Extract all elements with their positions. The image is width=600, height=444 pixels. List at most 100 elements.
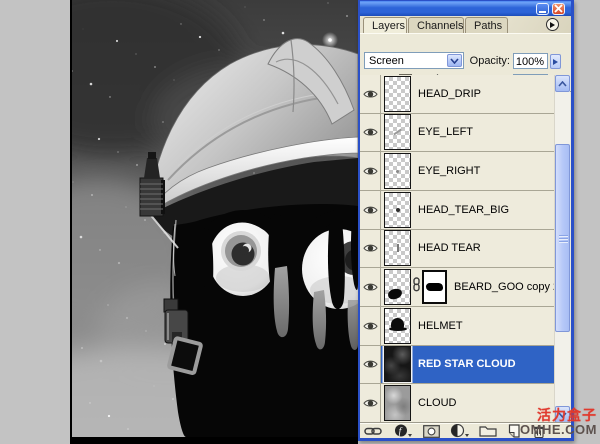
visibility-toggle[interactable] xyxy=(360,268,381,306)
eye-icon xyxy=(363,282,378,292)
thumbnail-content-mark xyxy=(397,244,399,252)
layer-row[interactable]: CLOUD xyxy=(360,384,554,423)
scroll-up-button[interactable] xyxy=(555,75,570,92)
opacity-label: Opacity: xyxy=(456,55,510,67)
close-button[interactable] xyxy=(552,3,565,15)
layer-thumbnail[interactable] xyxy=(384,192,411,228)
layers-toolbar: f xyxy=(360,423,571,438)
close-icon xyxy=(554,4,563,13)
layer-row[interactable]: EYE_RIGHT xyxy=(360,152,554,191)
new-layer-icon[interactable] xyxy=(501,424,527,438)
scrollbar-thumb[interactable] xyxy=(555,144,570,332)
thumbnail-content-mark xyxy=(387,288,402,300)
layer-row-body[interactable]: HEAD_DRIP xyxy=(381,75,554,113)
new-group-folder-icon[interactable] xyxy=(474,424,501,438)
layer-row-body[interactable]: HEAD_TEAR_BIG xyxy=(381,191,554,229)
helmet-silhouette xyxy=(385,309,410,343)
visibility-toggle[interactable] xyxy=(360,191,381,229)
tab-layers[interactable]: Layers xyxy=(363,17,407,33)
thumbnail-content-mark xyxy=(396,208,400,212)
eye-icon xyxy=(363,398,378,408)
layer-name[interactable]: HELMET xyxy=(418,320,463,332)
layer-name[interactable]: EYE_RIGHT xyxy=(418,165,480,177)
visibility-toggle[interactable] xyxy=(360,346,381,384)
chevron-down-icon xyxy=(558,412,567,418)
opacity-slider-arrow[interactable] xyxy=(550,54,561,69)
layer-thumbnail[interactable] xyxy=(384,114,411,150)
layers-palette-window: Layers Channels Paths Screen Opacity: 10… xyxy=(358,0,574,441)
layer-row-body[interactable]: EYE_LEFT xyxy=(381,114,554,152)
layer-thumbnail[interactable] xyxy=(384,385,411,421)
layer-thumbnail[interactable] xyxy=(384,153,411,189)
visibility-toggle[interactable] xyxy=(360,75,381,113)
layer-style-icon[interactable]: f xyxy=(388,424,417,438)
blend-mode-value: Screen xyxy=(369,55,404,67)
layer-list: HEAD_DRIP EYE_LEFT EYE_RIGHT HEAD_TEAR_BIG H… xyxy=(360,75,554,423)
scrollbar[interactable] xyxy=(554,75,570,423)
layer-name[interactable]: CLOUD xyxy=(418,397,457,409)
scroll-down-button[interactable] xyxy=(555,406,570,423)
layer-thumbnail[interactable] xyxy=(384,269,411,305)
layer-mask-thumbnail[interactable] xyxy=(422,270,447,304)
visibility-toggle[interactable] xyxy=(360,114,381,152)
visibility-toggle[interactable] xyxy=(360,307,381,345)
visibility-toggle[interactable] xyxy=(360,384,381,422)
palette-menu-button[interactable] xyxy=(546,18,559,31)
application-window: Layers Channels Paths Screen Opacity: 10… xyxy=(0,0,600,444)
layer-thumbnail[interactable] xyxy=(384,230,411,266)
layer-name[interactable]: RED STAR CLOUD xyxy=(418,358,516,370)
layer-name[interactable]: HEAD TEAR xyxy=(418,242,481,254)
document-canvas[interactable] xyxy=(70,0,358,444)
visibility-toggle[interactable] xyxy=(360,152,381,190)
thumbnail-content-mark xyxy=(393,129,402,136)
layer-thumbnail[interactable] xyxy=(384,346,411,382)
layer-thumbnail[interactable] xyxy=(384,76,411,112)
layer-row-body[interactable]: CLOUD xyxy=(381,384,554,422)
layer-name[interactable]: EYE_LEFT xyxy=(418,126,473,138)
layer-row[interactable]: HELMET xyxy=(360,307,554,346)
arrow-right-icon xyxy=(553,59,558,65)
eye-icon xyxy=(363,359,378,369)
layer-row-body[interactable]: BEARD_GOO copy 2 xyxy=(381,268,554,306)
link-layers-icon[interactable] xyxy=(360,424,388,438)
opacity-input[interactable]: 100% xyxy=(513,53,548,69)
layer-row-body[interactable]: HEAD TEAR xyxy=(381,230,554,268)
eye-icon xyxy=(363,205,378,215)
layer-name[interactable]: HEAD_TEAR_BIG xyxy=(418,204,509,216)
minimize-icon xyxy=(539,11,546,13)
layer-row-body[interactable]: HELMET xyxy=(381,307,554,345)
visibility-toggle[interactable] xyxy=(360,230,381,268)
layer-row[interactable]: EYE_LEFT xyxy=(360,114,554,153)
palette-body: Layers Channels Paths Screen Opacity: 10… xyxy=(360,16,571,438)
canvas-artwork xyxy=(72,0,358,437)
eye-icon xyxy=(363,127,378,137)
eye-icon xyxy=(363,321,378,331)
layer-row[interactable]: HEAD TEAR xyxy=(360,230,554,269)
eye-icon xyxy=(363,243,378,253)
layer-row[interactable]: RED STAR CLOUD xyxy=(360,346,554,385)
thumbnail-content-mark xyxy=(396,170,399,173)
titlebar[interactable] xyxy=(360,1,571,16)
layer-row[interactable]: BEARD_GOO copy 2 xyxy=(360,268,554,307)
mask-blob xyxy=(426,283,443,291)
layer-row[interactable]: HEAD_TEAR_BIG xyxy=(360,191,554,230)
blend-mode-select[interactable]: Screen xyxy=(364,52,464,69)
chevron-up-icon xyxy=(558,81,567,87)
new-adjustment-layer-icon[interactable] xyxy=(445,424,474,438)
add-layer-mask-icon[interactable] xyxy=(417,424,445,438)
delete-layer-trash-icon[interactable] xyxy=(527,424,551,438)
layer-row[interactable]: HEAD_DRIP xyxy=(360,75,554,114)
layer-row-body-selected[interactable]: RED STAR CLOUD xyxy=(381,346,554,384)
layer-row-body[interactable]: EYE_RIGHT xyxy=(381,152,554,190)
tab-paths[interactable]: Paths xyxy=(465,17,508,33)
layer-thumbnail[interactable] xyxy=(384,308,411,344)
thumb-grip xyxy=(559,235,568,243)
mask-link[interactable] xyxy=(411,277,422,297)
menu-arrow-icon xyxy=(550,22,555,28)
link-icon xyxy=(412,277,421,292)
layer-name[interactable]: HEAD_DRIP xyxy=(418,88,481,100)
tab-bar: Layers Channels Paths xyxy=(360,16,571,33)
minimize-button[interactable] xyxy=(536,3,549,15)
tab-channels[interactable]: Channels xyxy=(408,17,464,33)
layer-name[interactable]: BEARD_GOO copy 2 xyxy=(454,281,554,293)
